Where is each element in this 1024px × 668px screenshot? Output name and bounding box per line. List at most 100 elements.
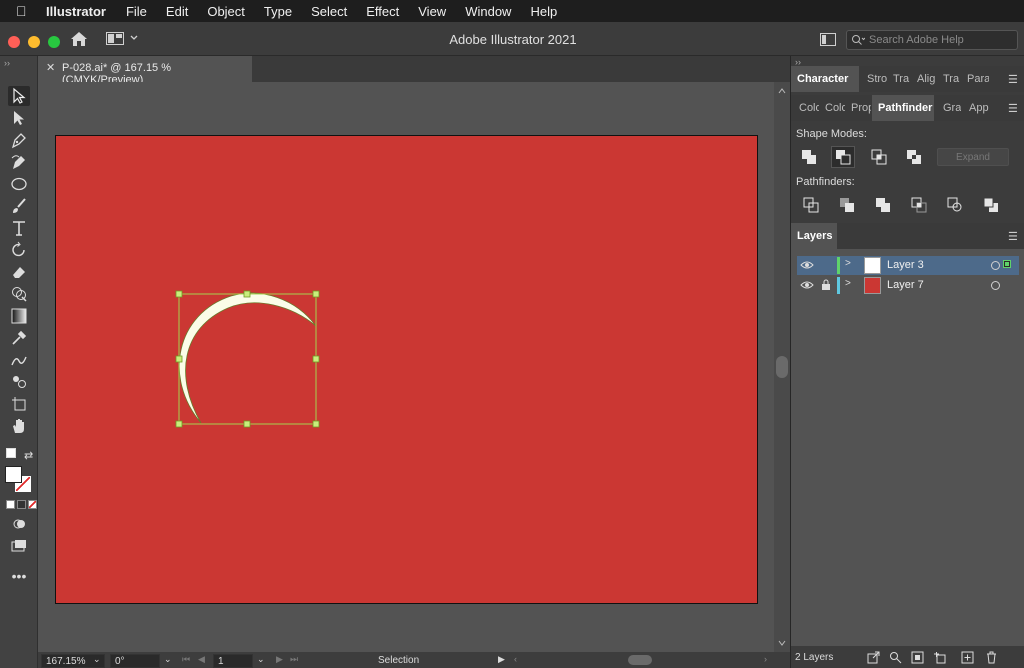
- gradient-tool-icon[interactable]: [8, 306, 30, 326]
- tab-gradient[interactable]: Gra: [943, 95, 961, 121]
- eraser-tool-icon[interactable]: [8, 262, 30, 282]
- tab-paragraph[interactable]: Para: [967, 66, 989, 92]
- draw-mode-icon[interactable]: [8, 514, 30, 534]
- layer-name[interactable]: Layer 7: [887, 279, 924, 291]
- handle-top-left[interactable]: [175, 290, 183, 298]
- expand-layer-icon[interactable]: >: [845, 278, 851, 289]
- tab-color[interactable]: Colo: [799, 95, 819, 121]
- clipping-mask-icon[interactable]: [911, 651, 924, 664]
- default-colors-icon[interactable]: [6, 448, 16, 458]
- menu-view[interactable]: View: [418, 4, 446, 19]
- new-layer-icon[interactable]: [961, 651, 974, 664]
- curvature-tool-icon[interactable]: [8, 152, 30, 172]
- ellipse-tool-icon[interactable]: [8, 174, 30, 194]
- crop-icon[interactable]: [907, 194, 931, 216]
- shape-builder-tool-icon[interactable]: [8, 284, 30, 304]
- artboard[interactable]: [55, 135, 758, 604]
- chevron-down-icon[interactable]: [130, 35, 138, 41]
- layers-menu-icon[interactable]: ☰: [1008, 230, 1018, 243]
- last-artboard-icon[interactable]: ⏭: [290, 654, 298, 665]
- tab-color-guide[interactable]: Colo: [825, 95, 845, 121]
- menu-edit[interactable]: Edit: [166, 4, 188, 19]
- tab-properties[interactable]: Prop: [851, 95, 871, 121]
- blend-tool-icon[interactable]: [8, 350, 30, 370]
- collapse-toolbar-icon[interactable]: ››: [4, 58, 10, 68]
- rotation-dropdown-icon[interactable]: ⌄: [164, 654, 172, 665]
- scroll-down-icon[interactable]: [778, 640, 786, 646]
- layer-target-icon[interactable]: [991, 281, 1000, 290]
- apple-icon[interactable]: : [16, 3, 34, 19]
- edit-toolbar-icon[interactable]: •••: [8, 566, 30, 586]
- tab-appearance[interactable]: App: [969, 95, 991, 121]
- vertical-scroll-thumb[interactable]: [776, 356, 788, 378]
- unite-icon[interactable]: [797, 146, 821, 168]
- horizontal-scroll-thumb[interactable]: [628, 655, 652, 665]
- document-tab[interactable]: ✕ P-028.ai* @ 167.15 % (CMYK/Preview): [38, 56, 252, 86]
- menu-file[interactable]: File: [126, 4, 147, 19]
- trim-icon[interactable]: [835, 194, 859, 216]
- intersect-icon[interactable]: [867, 146, 891, 168]
- handle-top-right[interactable]: [312, 290, 320, 298]
- tab-layers[interactable]: Layers: [791, 223, 837, 249]
- artboard-number-field[interactable]: 1: [213, 654, 253, 668]
- status-menu-icon[interactable]: ▶: [498, 654, 505, 665]
- tab-transform[interactable]: Tra: [893, 66, 911, 92]
- direct-selection-tool-icon[interactable]: [8, 108, 30, 128]
- tab-align[interactable]: Alig: [917, 66, 937, 92]
- panel-menu-icon[interactable]: ☰: [1008, 73, 1018, 86]
- next-artboard-icon[interactable]: ▶: [276, 654, 283, 665]
- layer-row-3[interactable]: > Layer 3: [797, 256, 1019, 275]
- menu-effect[interactable]: Effect: [366, 4, 399, 19]
- crescent-shape[interactable]: [178, 292, 317, 424]
- selection-tool-icon[interactable]: [8, 86, 30, 106]
- lock-icon[interactable]: [820, 279, 832, 291]
- locate-object-icon[interactable]: [889, 651, 902, 664]
- tab-transparency[interactable]: Tra: [943, 66, 961, 92]
- tab-pathfinder[interactable]: Pathfinder: [872, 95, 934, 121]
- menu-help[interactable]: Help: [530, 4, 557, 19]
- close-tab-icon[interactable]: ✕: [46, 61, 55, 74]
- minus-front-icon[interactable]: [831, 146, 855, 168]
- tab-character[interactable]: Character: [791, 66, 859, 92]
- new-sublayer-icon[interactable]: [933, 651, 946, 664]
- workspace-switcher-icon[interactable]: [106, 32, 124, 45]
- fill-swatch[interactable]: [5, 466, 22, 483]
- scroll-up-icon[interactable]: [778, 88, 786, 94]
- expand-button[interactable]: Expand: [937, 148, 1009, 166]
- swap-colors-icon[interactable]: ⇄: [24, 449, 33, 462]
- minimize-window-button[interactable]: [28, 36, 40, 48]
- app-menu[interactable]: Illustrator: [46, 4, 106, 19]
- home-icon[interactable]: [70, 31, 88, 47]
- artboard-tool-icon[interactable]: [8, 394, 30, 414]
- none-mode-icon[interactable]: [28, 500, 37, 509]
- visibility-eye-icon[interactable]: [800, 279, 814, 291]
- screen-mode-icon[interactable]: [8, 536, 30, 556]
- visibility-eye-icon[interactable]: [800, 259, 814, 271]
- menu-select[interactable]: Select: [311, 4, 347, 19]
- prev-artboard-icon[interactable]: ◀: [198, 654, 205, 665]
- panel-toggle-icon[interactable]: [820, 33, 836, 46]
- handle-top-middle[interactable]: [243, 290, 251, 298]
- menu-type[interactable]: Type: [264, 4, 292, 19]
- menu-window[interactable]: Window: [465, 4, 511, 19]
- vertical-scrollbar[interactable]: [774, 82, 790, 652]
- minus-back-icon[interactable]: [979, 194, 1003, 216]
- rotate-tool-icon[interactable]: [8, 240, 30, 260]
- trash-icon[interactable]: [985, 651, 998, 664]
- first-artboard-icon[interactable]: ⏮: [182, 654, 190, 665]
- layer-row-7[interactable]: > Layer 7: [797, 276, 1019, 295]
- handle-bottom-left[interactable]: [175, 420, 183, 428]
- rotation-field[interactable]: 0°: [110, 654, 160, 668]
- scroll-left-icon[interactable]: ‹: [514, 654, 517, 664]
- pen-tool-icon[interactable]: [8, 130, 30, 150]
- divide-icon[interactable]: [799, 194, 823, 216]
- eyedropper-tool-icon[interactable]: [8, 328, 30, 348]
- color-mode-icon[interactable]: [6, 500, 15, 509]
- scroll-right-icon[interactable]: ›: [764, 654, 767, 664]
- gradient-mode-icon[interactable]: [17, 500, 26, 509]
- type-tool-icon[interactable]: [8, 218, 30, 238]
- export-icon[interactable]: [867, 651, 880, 664]
- selection-indicator[interactable]: [1003, 260, 1011, 268]
- symbol-sprayer-tool-icon[interactable]: [8, 372, 30, 392]
- expand-layer-icon[interactable]: >: [845, 258, 851, 269]
